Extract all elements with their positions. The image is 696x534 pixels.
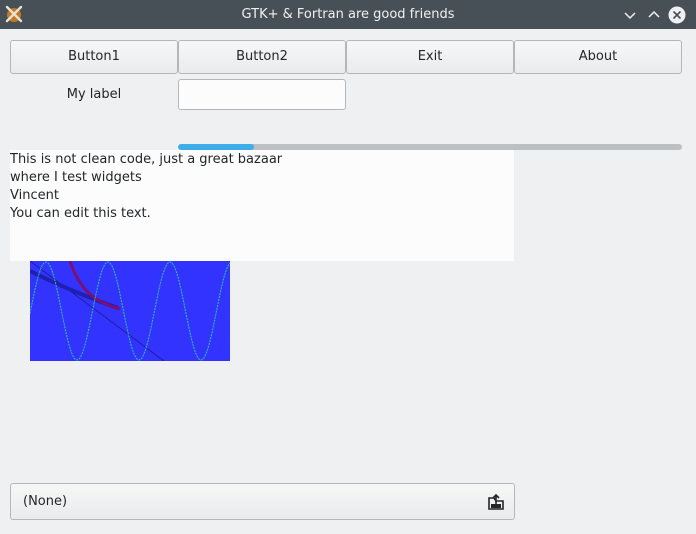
file-chooser-button[interactable]: (None) — [10, 483, 515, 520]
button2[interactable]: Button2 — [178, 40, 346, 74]
my-label: My label — [66, 87, 122, 102]
open-file-icon — [488, 493, 504, 510]
text-line: This is not clean code, just a great baz… — [10, 152, 283, 167]
file-chooser-label: (None) — [23, 494, 68, 509]
window-title: GTK+ & Fortran are good friends — [241, 7, 455, 22]
text-line: Vincent — [10, 188, 59, 203]
text-line: You can edit this text. — [10, 206, 151, 221]
close-icon[interactable] — [668, 6, 686, 24]
app-window: GTK+ & Fortran are good friends Button1 … — [0, 0, 696, 534]
title-bar: GTK+ & Fortran are good friends — [0, 0, 696, 29]
button1[interactable]: Button1 — [10, 40, 178, 74]
drawing-background — [30, 261, 230, 361]
text-entry[interactable] — [178, 79, 346, 110]
text-view[interactable]: This is not clean code, just a great baz… — [10, 150, 514, 261]
minimize-icon[interactable] — [621, 6, 639, 24]
exit-button[interactable]: Exit — [346, 40, 514, 74]
text-line: where I test widgets — [10, 170, 142, 185]
maximize-icon[interactable] — [645, 6, 663, 24]
drawing-area[interactable] — [30, 261, 230, 361]
about-button[interactable]: About — [514, 40, 682, 74]
